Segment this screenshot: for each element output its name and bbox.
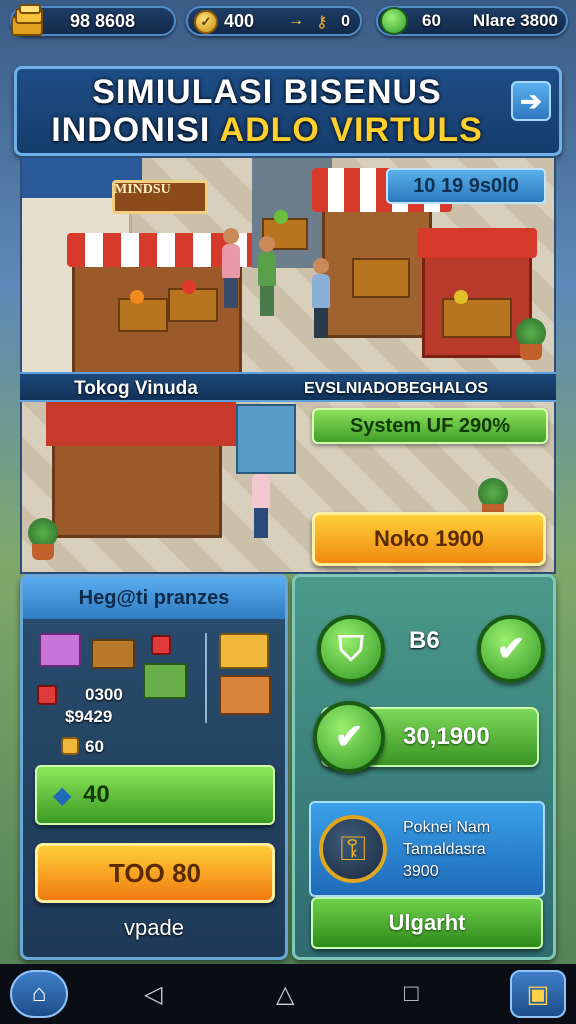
fruit: [182, 280, 196, 294]
value-pill-text: 30,1900: [403, 723, 490, 750]
fruit: [274, 210, 288, 224]
gems-value: 400: [224, 10, 255, 31]
check-icon: ✔: [496, 630, 526, 668]
system-nav-bar: ⌂ ◁ △ □ ▣: [0, 964, 576, 1024]
confirm-button[interactable]: ✔: [477, 615, 545, 683]
goods-shelf: [236, 404, 296, 474]
plant-pot: [520, 344, 542, 360]
title-banner: SIMIULASI BISENUS INDONISI ADLO VIRTULS …: [14, 66, 562, 156]
energy-counter[interactable]: 60 Nlare 3800: [376, 6, 568, 36]
buy-orange-button[interactable]: TOO 80: [35, 843, 275, 903]
game-title-line1: SIMIULASI BISENUS: [92, 73, 442, 111]
shopper-person[interactable]: [258, 236, 276, 316]
produce-crate: [118, 298, 168, 332]
recent-apps-icon[interactable]: □: [404, 980, 419, 1008]
produce-crate: [442, 298, 512, 338]
stall-awning: [417, 228, 537, 258]
energy-orb-icon: [380, 7, 408, 35]
price-value-b: $9429: [65, 707, 113, 726]
produce-basket-icon[interactable]: [91, 639, 135, 669]
gems-extra-value: 0: [341, 13, 350, 30]
goods-shelf-icon[interactable]: [219, 675, 271, 715]
buy-green-label: 40: [83, 781, 110, 808]
coins-counter[interactable]: 98 8608: [10, 4, 176, 36]
shopper-person[interactable]: [222, 228, 240, 308]
shop-sign-text: MINDSU: [114, 182, 171, 197]
scene-label-bar: Tokog Vinuda EVSLNIADOBEGHALOS: [20, 372, 556, 402]
fruit: [130, 290, 144, 304]
menu-icon: ▣: [526, 980, 550, 1008]
produce-crate: [168, 288, 218, 322]
gem-icon: ◆: [53, 782, 72, 809]
veggie-cart-icon[interactable]: [143, 663, 187, 699]
goods-panel-title: Heg@ti pranzes: [23, 577, 285, 619]
upgrade-button[interactable]: Ulgarht: [311, 897, 543, 949]
shop-name-label: Tokog Vinuda: [74, 378, 198, 399]
gems-counter[interactable]: ✓ 400 → ⚷ 0: [186, 6, 362, 36]
menu-button[interactable]: ▣: [510, 970, 566, 1018]
game-home-button[interactable]: ⌂: [10, 970, 68, 1018]
nav-home-icon[interactable]: △: [276, 980, 294, 1009]
coin-icon: [61, 737, 79, 755]
gift-box-icon[interactable]: [37, 685, 57, 705]
resource-bar: 98 8608 ✓ 400 → ⚷ 0 60 Nlare 3800: [0, 0, 576, 44]
info-line-3: 3900: [403, 863, 439, 880]
status-label: EVSLNIADOBEGHALOS: [304, 380, 489, 397]
buy-green-button[interactable]: ◆ 40: [35, 765, 275, 825]
price-pill-button[interactable]: Noko 1900: [312, 512, 546, 566]
gift-box-icon[interactable]: [151, 635, 171, 655]
coins-value: 98 8608: [70, 10, 136, 31]
goods-panel: Heg@ti pranzes 0300 $9429 60 ◆ 40 TOO 80…: [20, 574, 288, 960]
upgrade-label: vpade: [124, 915, 184, 940]
energy-extra-value: Nlare 3800: [472, 11, 558, 30]
home-icon: ⌂: [31, 980, 47, 1007]
gem-coin-icon: ✓: [194, 10, 218, 34]
produce-crate: [352, 258, 410, 298]
coin-stack-icon: [11, 4, 43, 36]
shield-button[interactable]: ⛉: [317, 615, 385, 683]
check-icon: ✔: [334, 718, 364, 756]
key-gear-icon: ⚿: [319, 815, 387, 883]
info-line-1: Poknei Nam: [403, 819, 491, 836]
stats-badge: 10 19 9s0l0: [386, 168, 546, 204]
check-badge: ✔: [313, 701, 385, 773]
system-status-pill[interactable]: System UF 290%: [312, 408, 548, 444]
info-line-2: Tamaldasra: [403, 841, 486, 858]
shop-roof: [46, 402, 236, 446]
price-value-a: 0300: [85, 685, 123, 704]
status-panel: ⛉ B6 ✔ ✔ 30,1900 ⚿ Poknei Nam Tamaldasra…: [292, 574, 556, 960]
game-title-line2-gold: ADLO VIRTULS: [219, 111, 483, 149]
game-title-line2-white: INDONISI: [51, 111, 220, 149]
shopkeeper-person[interactable]: [312, 258, 330, 338]
fruit: [454, 290, 468, 304]
key-icon: ⚷: [316, 14, 328, 31]
energy-value: 60: [422, 11, 441, 30]
goods-box-icon[interactable]: [39, 633, 81, 667]
coin-value: 60: [85, 737, 104, 756]
level-value: B6: [409, 627, 440, 654]
value-pill[interactable]: ✔ 30,1900: [313, 701, 539, 773]
back-icon[interactable]: ◁: [144, 980, 162, 1009]
goods-stack-icon[interactable]: [219, 633, 269, 669]
info-card[interactable]: ⚿ Poknei Nam Tamaldasra 3900: [309, 801, 545, 897]
arrow-right-icon: ➔: [520, 85, 542, 116]
shield-icon: ⛉: [338, 629, 364, 668]
next-arrow-button[interactable]: ➔: [511, 81, 551, 121]
divider: [205, 633, 207, 723]
game-title-line2: INDONISI ADLO VIRTULS: [17, 111, 517, 150]
plant-pot: [32, 544, 54, 560]
arrow-right-icon: →: [288, 12, 304, 29]
